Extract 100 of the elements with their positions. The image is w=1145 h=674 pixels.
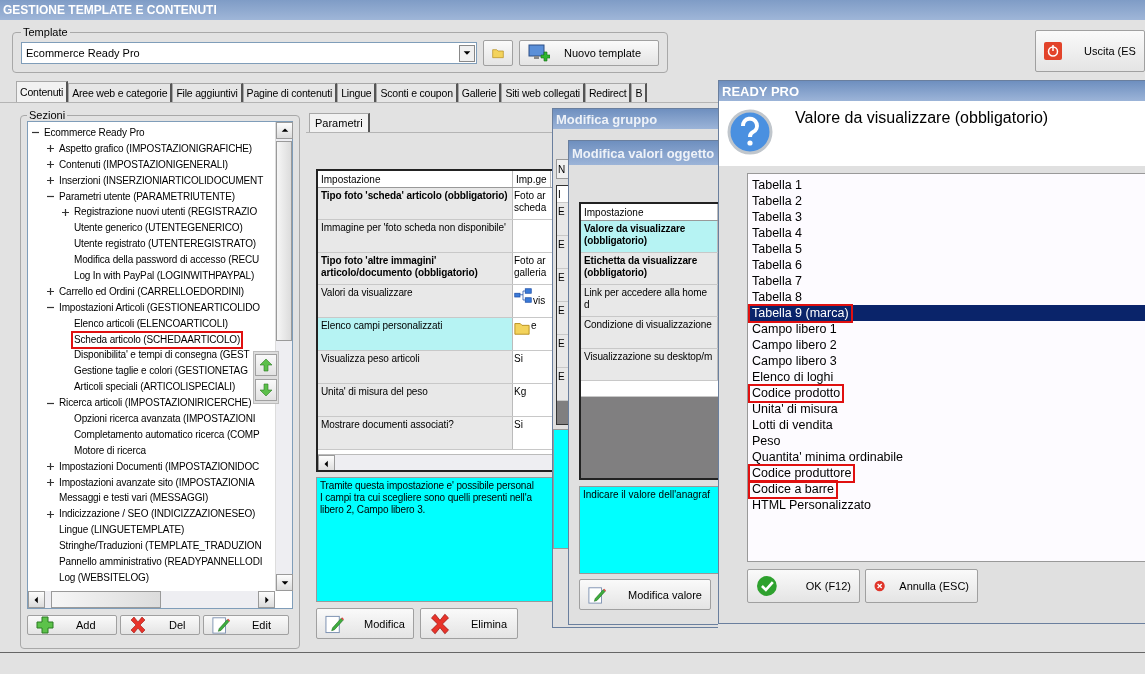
- tab[interactable]: Pagine di contenuti: [242, 83, 338, 102]
- vertical-scrollbar[interactable]: [275, 122, 292, 591]
- move-down-button[interactable]: [255, 379, 277, 401]
- tree-item[interactable]: Opzioni ricerca avanzata (IMPOSTAZIONI: [73, 411, 257, 426]
- tree-item[interactable]: Contenuti (IMPOSTAZIONIGENERALI): [58, 157, 229, 172]
- expand-icon[interactable]: [61, 207, 70, 217]
- tree-item[interactable]: Utente registrato (UTENTEREGISTRATO): [73, 237, 258, 252]
- edit-value-button[interactable]: Modifica valore: [579, 579, 711, 610]
- tab[interactable]: Contenuti: [16, 81, 69, 102]
- tree-item[interactable]: Elenco articoli (ELENCOARTICOLI): [73, 316, 229, 331]
- horizontal-scrollbar[interactable]: [318, 454, 554, 470]
- tab[interactable]: Parametri: [309, 113, 370, 132]
- tree-item[interactable]: Modifica della password di accesso (RECU: [73, 253, 261, 268]
- list-option[interactable]: Quantita' minima ordinabile: [750, 449, 1145, 465]
- list-option[interactable]: Tabella 1: [750, 177, 1145, 193]
- tree-item[interactable]: Ricerca articoli (IMPOSTAZIONIRICERCHE): [58, 396, 253, 411]
- tree-item[interactable]: Lingue (LINGUETEMPLATE): [58, 523, 186, 538]
- tree-item[interactable]: Parametri utente (PARAMETRIUTENTE): [58, 189, 236, 204]
- tree-item[interactable]: Scheda articolo (SCHEDAARTICOLO): [73, 332, 242, 347]
- list-option[interactable]: Campo libero 2: [750, 337, 1145, 353]
- list-option[interactable]: Tabella 2: [750, 193, 1145, 209]
- tree-item[interactable]: Completamento automatico ricerca (COMP: [73, 427, 261, 442]
- tree-item[interactable]: Disponibilita' e tempi di consegna (GEST: [73, 348, 251, 363]
- table-cell[interactable]: Valore da visualizzare (obbligatorio): [581, 221, 718, 252]
- tab[interactable]: B: [631, 83, 648, 102]
- tree-item[interactable]: Log (WEBSITELOG): [58, 570, 150, 585]
- expand-icon[interactable]: [46, 287, 55, 297]
- list-option[interactable]: Tabella 5: [750, 241, 1145, 257]
- table-cell[interactable]: Tipo foto 'scheda' articolo (obbligatorio): [318, 188, 513, 219]
- list-option[interactable]: Codice a barre: [750, 481, 1145, 497]
- tab[interactable]: Sconti e coupon: [376, 83, 458, 102]
- list-option[interactable]: Lotti di vendita: [750, 417, 1145, 433]
- new-template-button[interactable]: Nuovo template: [519, 40, 659, 66]
- list-option[interactable]: Unita' di misura: [750, 401, 1145, 417]
- exit-button[interactable]: Uscita (ES: [1035, 30, 1145, 72]
- action-button[interactable]: Elimina: [420, 608, 518, 639]
- table-cell[interactable]: Tipo foto 'altre immagini' articolo/documento (obbligatorio): [318, 253, 513, 284]
- table-cell[interactable]: Etichetta da visualizzare (obbligatorio): [581, 253, 718, 284]
- action-button[interactable]: Modifica: [316, 608, 414, 639]
- tree-item[interactable]: Articoli speciali (ARTICOLISPECIALI): [73, 380, 237, 395]
- tree-item[interactable]: Inserzioni (INSERZIONIARTICOLIDOCUMENT: [58, 173, 265, 188]
- list-option[interactable]: HTML Personalizzato: [750, 497, 1145, 513]
- table-cell[interactable]: Valori da visualizzare: [318, 285, 513, 317]
- dialog-button[interactable]: OK (F12): [747, 569, 860, 603]
- tree-item[interactable]: Gestione taglie e colori (GESTIONETAG: [73, 364, 249, 379]
- table-cell[interactable]: Unita' di misura del peso: [318, 384, 513, 416]
- expand-icon[interactable]: [46, 509, 55, 519]
- list-option[interactable]: Peso: [750, 433, 1145, 449]
- tree-item[interactable]: Impostazioni Documenti (IMPOSTAZIONIDOC: [58, 459, 261, 474]
- tab[interactable]: Aree web e categorie: [68, 83, 173, 102]
- table-cell[interactable]: Immagine per 'foto scheda non disponibile': [318, 220, 513, 252]
- list-option[interactable]: Tabella 4: [750, 225, 1145, 241]
- list-option[interactable]: Codice prodotto: [750, 385, 1145, 401]
- tree-item[interactable]: Carrello ed Ordini (CARRELLOEDORDINI): [58, 284, 246, 299]
- tree-item[interactable]: Impostazioni avanzate sito (IMPOSTAZIONIA: [58, 475, 256, 490]
- option-label: Tabella 8: [751, 289, 804, 305]
- check-icon: [756, 575, 778, 597]
- tree-item[interactable]: Messaggi e testi vari (MESSAGGI): [58, 491, 210, 506]
- expand-icon[interactable]: [46, 176, 55, 186]
- tree-item[interactable]: Impostazioni Articoli (GESTIONEARTICOLIDO: [58, 300, 261, 315]
- table-cell[interactable]: Visualizza peso articoli: [318, 351, 513, 383]
- list-option[interactable]: Campo libero 3: [750, 353, 1145, 369]
- list-option[interactable]: Campo libero 1: [750, 321, 1145, 337]
- list-option[interactable]: Tabella 9 (marca): [750, 305, 1145, 321]
- expand-icon[interactable]: [46, 462, 55, 472]
- tree-item[interactable]: Indicizzazione / SEO (INDICIZZAZIONESEO): [58, 507, 257, 522]
- list-option[interactable]: Tabella 8: [750, 289, 1145, 305]
- tab[interactable]: Siti web collegati: [501, 83, 585, 102]
- tree-item[interactable]: Utente generico (UTENTEGENERICO): [73, 221, 244, 236]
- table-cell[interactable]: Elenco campi personalizzati: [318, 318, 513, 350]
- table-cell[interactable]: Mostrare documenti associati?: [318, 417, 513, 449]
- list-option[interactable]: Tabella 6: [750, 257, 1145, 273]
- table-cell[interactable]: Visualizzazione su desktop/m: [581, 349, 718, 380]
- tree-item[interactable]: Stringhe/Traduzioni (TEMPLATE_TRADUZION: [58, 539, 263, 554]
- tree-item[interactable]: Motore di ricerca: [73, 443, 147, 458]
- expand-icon[interactable]: [46, 478, 55, 488]
- tab[interactable]: Gallerie: [457, 83, 502, 102]
- list-option[interactable]: Elenco di loghi: [750, 369, 1145, 385]
- tree-item[interactable]: Ecommerce Ready Pro: [43, 125, 146, 140]
- tab[interactable]: Redirect: [585, 83, 632, 102]
- tab[interactable]: Lingue: [337, 83, 377, 102]
- section-button[interactable]: Add: [27, 615, 117, 635]
- dialog-button[interactable]: Annulla (ESC): [865, 569, 978, 603]
- table-cell[interactable]: Link per accedere alla home d: [581, 285, 718, 316]
- expand-icon[interactable]: [46, 160, 55, 170]
- move-up-button[interactable]: [255, 354, 277, 376]
- list-option[interactable]: Tabella 3: [750, 209, 1145, 225]
- tree-item[interactable]: Pannello amministrativo (READYPANNELLODI: [58, 555, 264, 569]
- tree-item[interactable]: Aspetto grafico (IMPOSTAZIONIGRAFICHE): [58, 141, 254, 156]
- expand-icon[interactable]: [46, 144, 55, 154]
- tree-item[interactable]: Registrazione nuovi utenti (REGISTRAZIO: [73, 205, 259, 220]
- list-option[interactable]: Tabella 7: [750, 273, 1145, 289]
- tree-item[interactable]: Log In with PayPal (LOGINWITHPAYPAL): [73, 268, 256, 283]
- section-button[interactable]: Edit: [203, 615, 289, 635]
- list-option[interactable]: Codice produttore: [750, 465, 1145, 481]
- section-button[interactable]: Del: [120, 615, 200, 635]
- template-dropdown[interactable]: Ecommerce Ready Pro: [21, 42, 477, 64]
- table-cell[interactable]: Condizione di visualizzazione: [581, 317, 718, 348]
- tab[interactable]: File aggiuntivi: [172, 83, 243, 102]
- horizontal-scrollbar[interactable]: [28, 591, 275, 608]
